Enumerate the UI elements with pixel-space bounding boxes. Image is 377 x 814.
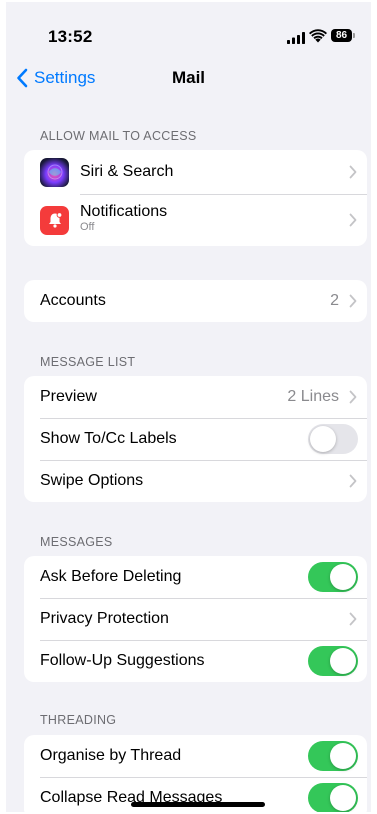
organise-by-thread-toggle[interactable] [308, 741, 358, 771]
back-label: Settings [34, 68, 96, 87]
chevron-right-icon [349, 165, 357, 179]
battery-level: 86 [331, 29, 352, 42]
section-header-messages: MESSAGES [40, 535, 113, 549]
status-bar: 13:52 86 [6, 2, 371, 64]
notifications-label: Notifications [80, 203, 168, 220]
nav-bar: Mail Settings [6, 62, 371, 94]
chevron-right-icon [349, 294, 357, 308]
section-header-message-list: MESSAGE LIST [40, 355, 136, 369]
section-header-allow-access: ALLOW MAIL TO ACCESS [40, 129, 197, 143]
chevron-right-icon [349, 474, 357, 488]
allow-access-group: Siri & Search Notifications Off [24, 150, 367, 246]
siri-icon [40, 157, 69, 187]
accounts-count: 2 [330, 292, 339, 309]
accounts-label: Accounts [40, 292, 106, 309]
home-indicator[interactable] [131, 802, 265, 807]
row-preview[interactable]: Preview 2 Lines [24, 376, 367, 418]
status-time: 13:52 [48, 27, 93, 46]
row-organise-by-thread: Organise by Thread [24, 735, 367, 777]
row-accounts[interactable]: Accounts 2 [24, 280, 367, 322]
battery-icon: 86 [331, 29, 355, 43]
preview-value: 2 Lines [287, 388, 339, 405]
follow-up-suggestions-toggle[interactable] [308, 646, 358, 676]
preview-label: Preview [40, 388, 97, 405]
chevron-left-icon [17, 68, 28, 88]
messages-group: Ask Before Deleting Privacy Protection F… [24, 556, 367, 682]
swipe-options-label: Swipe Options [40, 472, 144, 489]
ask-before-deleting-label: Ask Before Deleting [40, 568, 182, 585]
row-notifications[interactable]: Notifications Off [24, 194, 367, 246]
signal-icon [287, 32, 305, 44]
chevron-right-icon [349, 612, 357, 626]
row-ask-before-deleting: Ask Before Deleting [24, 556, 367, 598]
row-privacy-protection[interactable]: Privacy Protection [24, 598, 367, 640]
message-list-group: Preview 2 Lines Show To/Cc Labels Swipe … [24, 376, 367, 502]
threading-group: Organise by Thread Collapse Read Message… [24, 735, 367, 812]
wifi-icon [309, 29, 327, 43]
follow-up-suggestions-label: Follow-Up Suggestions [40, 652, 205, 669]
siri-search-label: Siri & Search [80, 163, 174, 180]
settings-screen: 13:52 86 Mail Settings ALLOW MAIL TO ACC… [6, 2, 371, 812]
collapse-read-messages-toggle[interactable] [308, 783, 358, 812]
chevron-right-icon [349, 213, 357, 227]
back-button[interactable]: Settings [16, 66, 95, 90]
ask-before-deleting-toggle[interactable] [308, 562, 358, 592]
row-swipe-options[interactable]: Swipe Options [24, 460, 367, 502]
notifications-status: Off [80, 221, 95, 233]
show-tocc-toggle[interactable] [308, 424, 358, 454]
chevron-right-icon [349, 390, 357, 404]
organise-by-thread-label: Organise by Thread [40, 747, 182, 764]
row-show-tocc-labels: Show To/Cc Labels [24, 418, 367, 460]
show-tocc-label: Show To/Cc Labels [40, 430, 177, 447]
accounts-group: Accounts 2 [24, 280, 367, 322]
section-header-threading: THREADING [40, 713, 117, 727]
row-follow-up-suggestions: Follow-Up Suggestions [24, 640, 367, 682]
row-siri-search[interactable]: Siri & Search [24, 150, 367, 194]
privacy-protection-label: Privacy Protection [40, 610, 169, 627]
notifications-icon [40, 205, 69, 235]
